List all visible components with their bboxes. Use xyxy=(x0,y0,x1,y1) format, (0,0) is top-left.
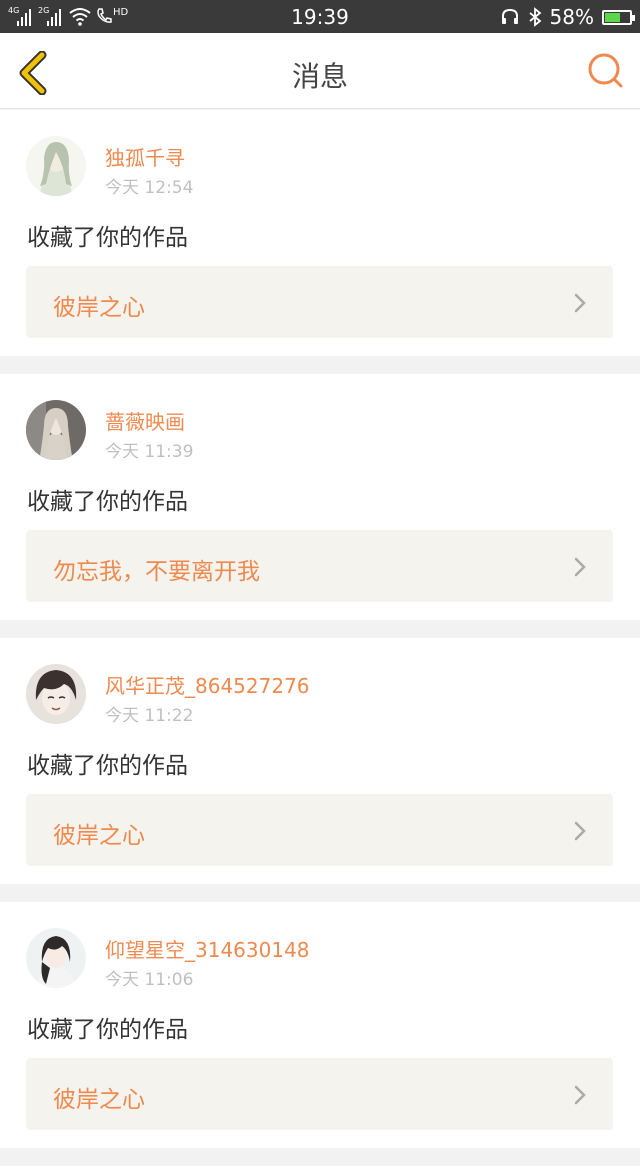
message-card: 仰望星空_314630148 今天 11:06 收藏了你的作品 彼岸之心 xyxy=(0,902,640,1148)
sender-name[interactable]: 蔷薇映画 xyxy=(105,406,185,435)
battery-level-fill xyxy=(605,12,621,22)
battery-icon xyxy=(602,9,635,25)
message-time: 今天 11:22 xyxy=(105,706,194,726)
avatar[interactable] xyxy=(26,928,86,988)
message-text: 收藏了你的作品 xyxy=(27,225,188,251)
navigation-bar: 消息 xyxy=(0,33,640,109)
chevron-right-icon xyxy=(574,1085,586,1105)
message-time: 今天 12:54 xyxy=(105,178,194,198)
chevron-right-icon xyxy=(574,293,586,313)
avatar[interactable] xyxy=(26,136,86,196)
work-link[interactable]: 彼岸之心 xyxy=(26,794,613,866)
status-right-icons: 58% xyxy=(500,5,635,29)
message-card: 独孤千寻 今天 12:54 收藏了你的作品 彼岸之心 xyxy=(0,110,640,356)
work-title: 彼岸之心 xyxy=(53,295,145,321)
message-text: 收藏了你的作品 xyxy=(27,1017,188,1043)
status-bar: 4G 2G HD 19:39 58% xyxy=(0,0,640,33)
chevron-right-icon xyxy=(574,557,586,577)
sender-name[interactable]: 风华正茂_864527276 xyxy=(105,670,310,699)
message-time: 今天 11:39 xyxy=(105,442,194,462)
work-title: 勿忘我，不要离开我 xyxy=(53,559,260,585)
avatar[interactable] xyxy=(26,400,86,460)
bluetooth-icon xyxy=(528,7,541,27)
headset-icon xyxy=(501,8,518,24)
message-card: 蔷薇映画 今天 11:39 收藏了你的作品 勿忘我，不要离开我 xyxy=(0,374,640,620)
message-list: 独孤千寻 今天 12:54 收藏了你的作品 彼岸之心 蔷薇映画 今天 11:39… xyxy=(0,110,640,1166)
page-title: 消息 xyxy=(291,60,348,93)
message-text: 收藏了你的作品 xyxy=(27,753,188,779)
work-link[interactable]: 彼岸之心 xyxy=(26,1058,613,1130)
work-link[interactable]: 彼岸之心 xyxy=(26,266,613,338)
work-title: 彼岸之心 xyxy=(53,1087,145,1113)
work-title: 彼岸之心 xyxy=(53,823,145,849)
message-text: 收藏了你的作品 xyxy=(27,489,188,515)
avatar[interactable] xyxy=(26,664,86,724)
search-button[interactable] xyxy=(586,51,626,91)
message-time: 今天 11:06 xyxy=(105,970,194,990)
battery-percent: 58% xyxy=(549,5,594,29)
chevron-right-icon xyxy=(574,821,586,841)
sender-name[interactable]: 独孤千寻 xyxy=(105,142,185,171)
message-card: 风华正茂_864527276 今天 11:22 收藏了你的作品 彼岸之心 xyxy=(0,638,640,884)
work-link[interactable]: 勿忘我，不要离开我 xyxy=(26,530,613,602)
sender-name[interactable]: 仰望星空_314630148 xyxy=(105,934,310,963)
